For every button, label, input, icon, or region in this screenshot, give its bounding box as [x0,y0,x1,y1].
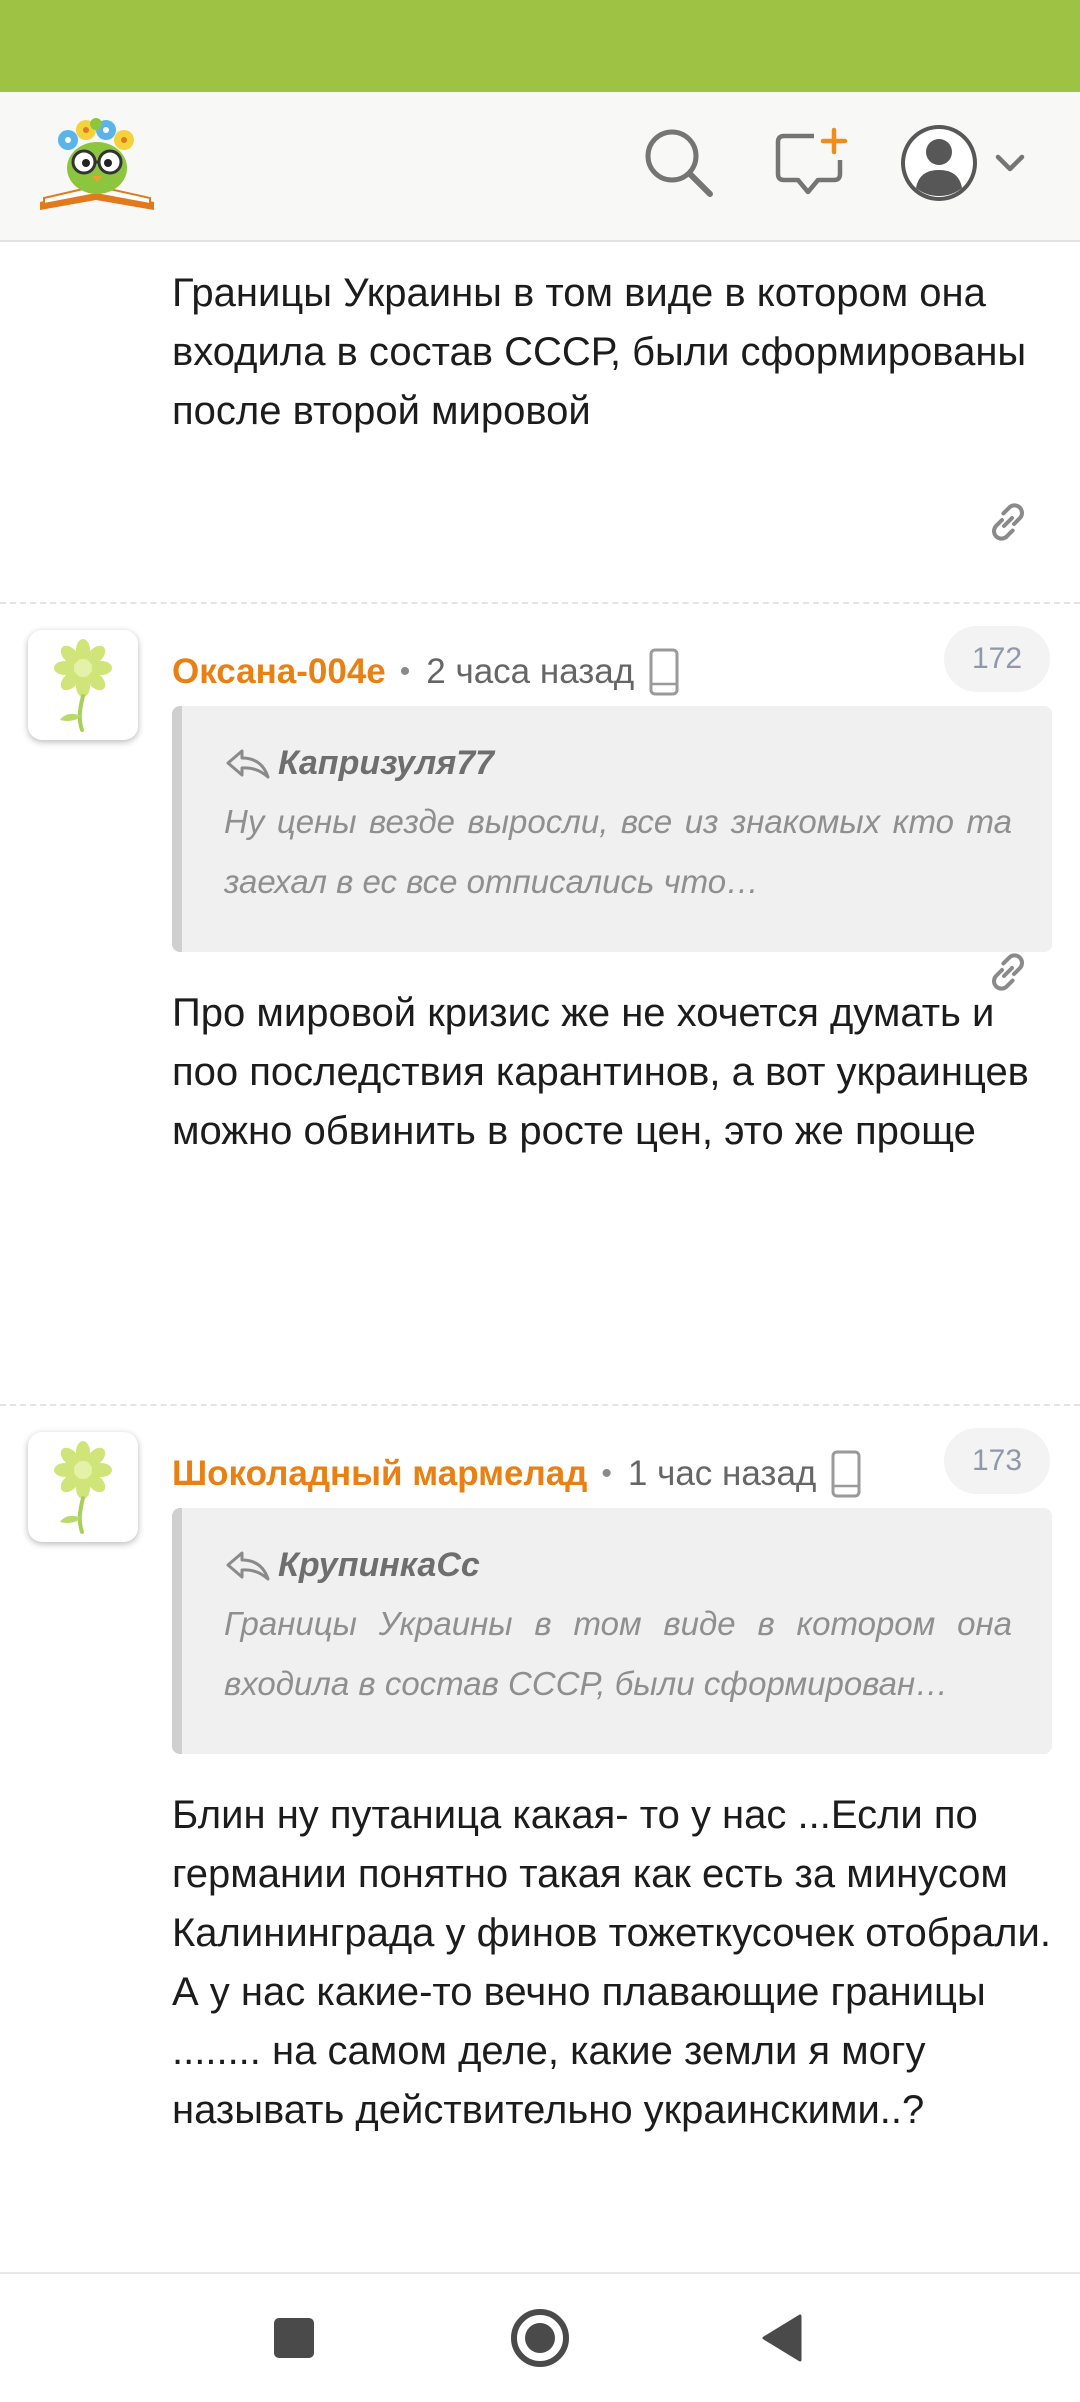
comment-meta: Шоколадный мармелад • 1 час назад [172,1446,862,1502]
flower-avatar-icon [28,1432,138,1542]
square-icon [274,2318,314,2358]
search-button[interactable] [636,120,722,206]
flower-avatar-icon [28,630,138,740]
quoted-reply[interactable]: КрупинкаСс Границы Украины в том виде в … [172,1508,1052,1754]
avatar[interactable] [28,630,138,740]
app-header [0,92,1080,242]
comment-number-badge[interactable]: 172 [944,626,1050,692]
quote-author: КрупинкаСс [278,1545,480,1584]
comment-number-badge[interactable]: 173 [944,1428,1050,1494]
author-name[interactable]: Шоколадный мармелад [172,1454,587,1494]
copy-link-button[interactable] [978,492,1038,552]
meta-separator: • [399,655,411,688]
comment-divider [0,1404,1080,1406]
home-button[interactable] [508,2306,572,2370]
link-icon [978,492,1038,552]
owl-book-logo-icon [40,118,154,210]
quote-text: Границы Украины в том виде в котором она… [224,1605,1012,1702]
comment-item: Шоколадный мармелад • 1 час назад 173 Кр… [0,1410,1080,2270]
reply-arrow-icon [224,1547,272,1583]
comment-item: Оксана-004е • 2 часа назад 172 Капризуля… [0,608,1080,1153]
comment-divider [0,602,1080,604]
meta-separator: • [601,1457,612,1490]
comment-time: 2 часа назад [426,652,635,691]
reply-arrow-icon [224,745,272,781]
circle-home-icon [511,2309,569,2367]
comment-text: Блин ну путаница какая- то у нас ...Если… [172,1793,1051,2132]
avatar[interactable] [28,1432,138,1542]
quote-header: Капризуля77 [224,738,1012,788]
user-avatar-icon [901,125,1025,201]
quoted-reply[interactable]: Капризуля77 Ну цены везде выросли, все и… [172,706,1052,952]
recents-button[interactable] [262,2306,326,2370]
comment-meta: Оксана-004е • 2 часа назад [172,644,680,700]
status-bar [0,0,1080,92]
mobile-phone-icon [648,648,680,696]
mobile-phone-icon [830,1450,862,1498]
comment-text: Про мировой кризис же не хочется думать … [172,991,1029,1153]
chat-plus-icon [775,127,848,195]
comments-list: Границы Украины в том виде в котором она… [0,242,1080,2272]
profile-menu-button[interactable] [896,118,1046,208]
copy-link-button[interactable] [978,942,1038,1002]
back-button[interactable] [752,2306,816,2370]
quote-header: КрупинкаСс [224,1540,1012,1590]
chevron-down-icon [995,154,1025,172]
comment-text: Границы Украины в том виде в котором она… [172,271,1027,433]
quote-text: Ну цены везде выросли, все из знакомых к… [224,803,1012,900]
system-navigation-bar [0,2272,1080,2402]
quote-author: Капризуля77 [278,743,495,782]
author-name[interactable]: Оксана-004е [172,652,386,692]
link-icon [978,942,1038,1002]
back-triangle-icon [762,2314,802,2362]
new-topic-button[interactable] [768,120,854,206]
site-logo[interactable] [34,106,160,216]
search-icon [645,129,713,197]
comment-time: 1 час назад [627,1454,817,1493]
